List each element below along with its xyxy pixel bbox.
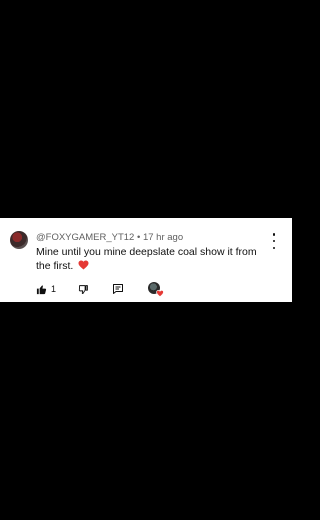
more-options-icon[interactable] <box>272 232 276 250</box>
creator-heart-icon <box>156 290 164 297</box>
meta-separator: • <box>136 232 141 243</box>
dislike-button[interactable] <box>78 284 89 295</box>
comment-text: Mine until you mine deepslate coal show … <box>36 246 257 272</box>
reply-button[interactable] <box>112 283 124 295</box>
comment-text-container: Mine until you mine deepslate coal show … <box>36 245 268 273</box>
comment-actions: 1 <box>36 282 164 297</box>
thumbs-down-icon <box>78 284 88 294</box>
avatar[interactable] <box>10 231 28 249</box>
comment-username[interactable]: @FOXYGAMER_YT12 <box>36 232 134 243</box>
creator-heart-badge <box>148 282 164 297</box>
comment-timestamp: 17 hr ago <box>142 232 184 243</box>
red-heart-emoji-icon <box>78 260 89 270</box>
comment-card: @FOXYGAMER_YT12 • 17 hr ago Mine until y… <box>0 218 292 302</box>
reply-comment-icon <box>113 284 124 294</box>
like-count: 1 <box>51 284 57 294</box>
comment-meta: @FOXYGAMER_YT12 • 17 hr ago <box>36 232 183 243</box>
like-button[interactable]: 1 <box>36 284 56 295</box>
thumbs-up-icon <box>36 284 47 294</box>
